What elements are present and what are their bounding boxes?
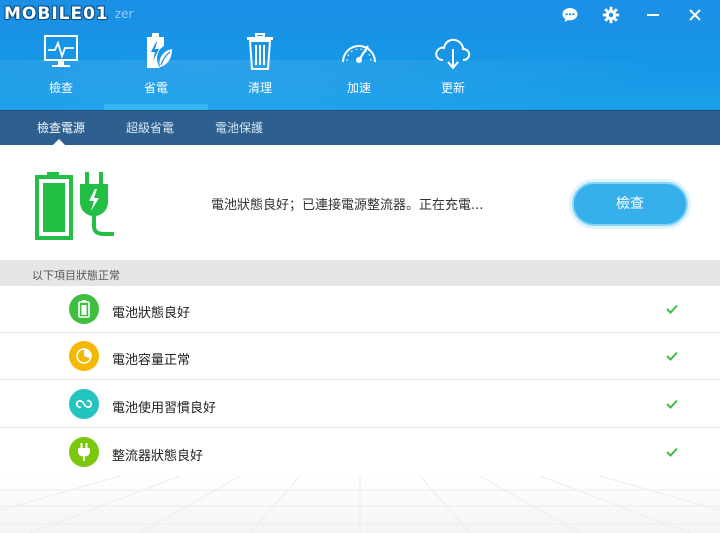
plug-icon bbox=[69, 437, 99, 467]
list-item: 電池容量正常 bbox=[0, 333, 720, 380]
checkmark-icon bbox=[666, 399, 678, 409]
subtab-super-saving[interactable]: 超級省電 bbox=[126, 111, 174, 146]
speedometer-icon bbox=[342, 45, 376, 63]
subtab-battery-protection[interactable]: 電池保護 bbox=[215, 111, 263, 146]
cycle-icon bbox=[69, 389, 99, 419]
status-panel: 電池狀態良好；已連接電源整流器。正在充電... 檢查 bbox=[0, 145, 720, 260]
nav-label-update: 更新 bbox=[440, 81, 465, 95]
nav-update[interactable]: 更新 bbox=[413, 32, 493, 106]
nav-clean[interactable]: 清理 bbox=[220, 32, 300, 106]
checkmark-icon bbox=[666, 351, 678, 361]
nav-power-saving[interactable]: 省電 bbox=[116, 32, 196, 106]
status-message: 電池狀態良好；已連接電源整流器。正在充電... bbox=[211, 198, 484, 213]
list-item: 電池狀態良好 bbox=[0, 286, 720, 333]
nav-label-check: 檢查 bbox=[48, 81, 73, 95]
battery-leaf-icon bbox=[147, 33, 172, 68]
checkmark-icon bbox=[666, 304, 678, 314]
nav-label-power-saving: 省電 bbox=[143, 81, 168, 95]
decorative-floor bbox=[0, 476, 720, 533]
top-header: MOBILE01 zer 檢查 省電 清理 加速 更新 bbox=[0, 0, 720, 110]
battery-plug-icon bbox=[35, 172, 114, 240]
nav-check[interactable]: 檢查 bbox=[21, 32, 101, 106]
app-title: zer bbox=[114, 7, 134, 21]
gear-icon[interactable] bbox=[598, 4, 624, 26]
list-item-label: 電池容量正常 bbox=[112, 353, 191, 368]
trash-icon bbox=[247, 33, 273, 70]
app-window: MOBILE01 zer 檢查 省電 清理 加速 更新 檢查電源 超級省電 電池… bbox=[0, 0, 720, 533]
brand-watermark: MOBILE01 bbox=[4, 4, 109, 24]
nav-label-speed-up: 加速 bbox=[346, 81, 371, 95]
section-title: 以下項目狀態正常 bbox=[32, 269, 120, 282]
checkmark-icon bbox=[666, 447, 678, 457]
nav-label-clean: 清理 bbox=[247, 81, 272, 95]
section-header: 以下項目狀態正常 bbox=[0, 260, 720, 286]
list-item-label: 電池狀態良好 bbox=[112, 306, 191, 321]
cloud-download-icon bbox=[435, 38, 471, 70]
battery-icon bbox=[69, 294, 99, 324]
close-icon[interactable] bbox=[682, 4, 708, 26]
check-button[interactable]: 檢查 bbox=[572, 182, 688, 226]
minimize-icon[interactable] bbox=[640, 4, 666, 26]
pie-chart-icon bbox=[69, 341, 99, 371]
nav-speed-up[interactable]: 加速 bbox=[319, 32, 399, 106]
app-logo: MOBILE01 zer bbox=[4, 2, 133, 26]
monitor-pulse-icon bbox=[44, 35, 78, 67]
list-item: 整流器狀態良好 bbox=[0, 429, 720, 476]
list-item: 電池使用習慣良好 bbox=[0, 381, 720, 428]
subtab-bar: 檢查電源 超級省電 電池保護 bbox=[0, 110, 720, 145]
list-item-label: 整流器狀態良好 bbox=[112, 449, 204, 464]
chat-icon[interactable] bbox=[557, 4, 583, 26]
list-item-label: 電池使用習慣良好 bbox=[112, 401, 217, 416]
